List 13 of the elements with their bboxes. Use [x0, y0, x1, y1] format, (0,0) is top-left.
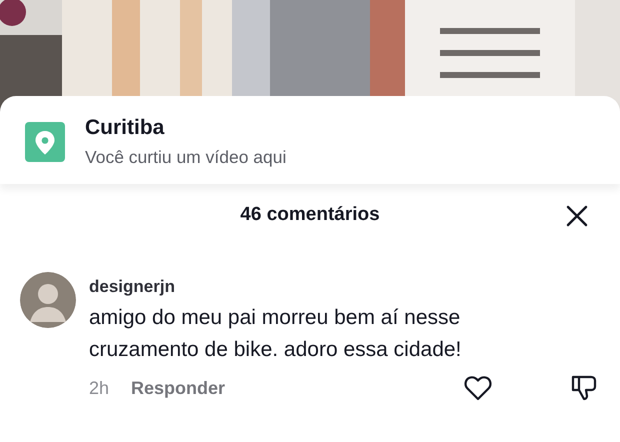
comment-text: amigo do meu pai morreu bem aí nesse cruzamento de bike. adoro essa cidade!: [89, 305, 462, 363]
location-pin-icon: [25, 122, 65, 162]
location-card[interactable]: Curitiba Você curtiu um vídeo aqui: [0, 96, 620, 184]
comments-count-title: 46 comentários: [240, 204, 380, 226]
reply-link[interactable]: Responder: [131, 378, 226, 398]
comment-time: 2h: [89, 378, 110, 398]
location-name: Curitiba: [85, 116, 166, 140]
close-icon[interactable]: [566, 205, 588, 227]
avatar[interactable]: [20, 272, 76, 328]
thumbs-down-icon[interactable]: [570, 374, 598, 402]
location-subtitle: Você curtiu um vídeo aqui: [85, 146, 286, 168]
heart-icon[interactable]: [464, 375, 492, 401]
username[interactable]: designerjn: [89, 276, 600, 298]
